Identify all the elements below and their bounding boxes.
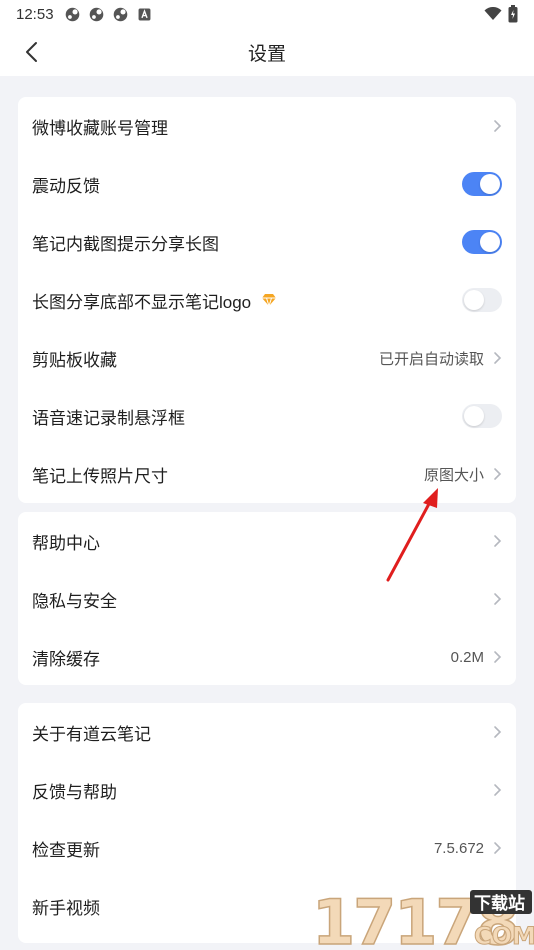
row-value: 已开启自动读取 — [378, 350, 484, 368]
clipboard-collect-row[interactable]: 剪贴板收藏 已开启自动读取 — [18, 329, 516, 387]
notification-icons — [64, 6, 153, 23]
row-label: 反馈与帮助 — [32, 782, 117, 802]
screenshot-share-tip-toggle[interactable] — [462, 230, 502, 254]
header: 设置 — [0, 28, 534, 76]
photo-upload-size-row[interactable]: 笔记上传照片尺寸 原图大小 — [18, 445, 516, 503]
chevron-right-icon — [494, 352, 502, 364]
row-label: 清除缓存 — [32, 649, 100, 669]
steam-like-icon — [113, 7, 127, 21]
row-label: 长图分享底部不显示笔记logo — [32, 292, 252, 312]
status-right — [484, 5, 518, 23]
row-value: 0.2M — [450, 648, 484, 666]
status-bar: 12:53 — [0, 0, 534, 28]
about-row[interactable]: 关于有道云笔记 — [18, 703, 516, 761]
clear-cache-row[interactable]: 清除缓存 0.2M — [18, 628, 516, 686]
toggle-knob — [480, 174, 500, 194]
row-label: 笔记内截图提示分享长图 — [32, 234, 219, 254]
privacy-security-row[interactable]: 隐私与安全 — [18, 570, 516, 628]
vibration-feedback-row: 震动反馈 — [18, 155, 516, 213]
chevron-right-icon — [494, 535, 502, 547]
row-label: 关于有道云笔记 — [32, 724, 151, 744]
toggle-knob — [464, 406, 484, 426]
voice-float-toggle[interactable] — [462, 404, 502, 428]
hide-logo-toggle[interactable] — [462, 288, 502, 312]
vibration-feedback-toggle[interactable] — [462, 172, 502, 196]
check-update-row[interactable]: 检查更新 7.5.672 — [18, 819, 516, 877]
watermark-logo: 17178 下载站 COM — [311, 885, 534, 950]
weibo-account-row[interactable]: 微博收藏账号管理 — [18, 97, 516, 155]
row-label: 剪贴板收藏 — [32, 350, 117, 370]
settings-group-support: 帮助中心 隐私与安全 清除缓存 0.2M — [18, 512, 516, 685]
vip-diamond-icon — [262, 294, 277, 307]
steam-like-icon — [65, 7, 79, 21]
voice-float-row: 语音速记录制悬浮框 — [18, 387, 516, 445]
chevron-right-icon — [494, 784, 502, 796]
wifi-icon — [484, 7, 502, 20]
row-value: 7.5.672 — [433, 839, 484, 857]
row-label: 检查更新 — [32, 840, 100, 860]
screenshot-share-tip-row: 笔记内截图提示分享长图 — [18, 213, 516, 271]
chevron-right-icon — [494, 726, 502, 738]
row-value: 原图大小 — [423, 466, 484, 484]
row-label: 帮助中心 — [32, 533, 100, 553]
row-label: 新手视频 — [32, 898, 100, 918]
chevron-right-icon — [494, 468, 502, 480]
back-button[interactable] — [16, 36, 48, 68]
watermark-sub-top: 下载站 — [474, 893, 525, 914]
row-label: 笔记上传照片尺寸 — [32, 466, 168, 486]
chevron-left-icon — [26, 42, 37, 62]
chevron-right-icon — [494, 593, 502, 605]
chevron-right-icon — [494, 651, 502, 663]
steam-like-icon — [89, 7, 103, 21]
watermark-sub-bottom: COM — [474, 922, 534, 950]
row-label: 震动反馈 — [32, 176, 100, 196]
hide-logo-row: 长图分享底部不显示笔记logo — [18, 271, 516, 329]
chevron-right-icon — [494, 842, 502, 854]
battery-icon — [508, 5, 518, 23]
page-title: 设置 — [247, 43, 286, 65]
toggle-knob — [480, 232, 500, 252]
a-box-icon — [138, 8, 150, 20]
feedback-help-row[interactable]: 反馈与帮助 — [18, 761, 516, 819]
status-time: 12:53 — [16, 5, 54, 23]
settings-group-general: 微博收藏账号管理 震动反馈 笔记内截图提示分享长图 长图分享底部不显示笔记log… — [18, 97, 516, 503]
help-center-row[interactable]: 帮助中心 — [18, 512, 516, 570]
row-label: 微博收藏账号管理 — [32, 118, 168, 138]
toggle-knob — [464, 290, 484, 310]
row-label: 隐私与安全 — [32, 591, 117, 611]
row-label: 语音速记录制悬浮框 — [32, 408, 185, 428]
chevron-right-icon — [494, 120, 502, 132]
